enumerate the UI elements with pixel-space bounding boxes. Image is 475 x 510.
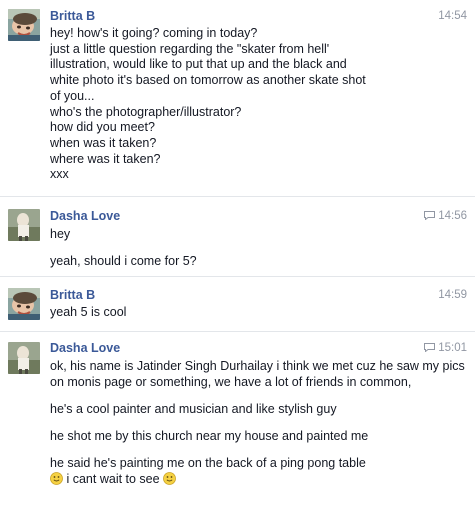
- avatar-britta[interactable]: [8, 288, 40, 320]
- message-line: where was it taken?: [50, 151, 161, 166]
- time-text: 15:01: [438, 342, 467, 354]
- message-paragraph: he shot me by this church near my house …: [50, 429, 369, 443]
- message-time: 15:01: [424, 340, 467, 356]
- sender-name[interactable]: Dasha Love: [50, 208, 475, 224]
- avatar-dasha[interactable]: [8, 342, 40, 374]
- message-text: i cant wait to see: [66, 472, 160, 486]
- message-line: xxx: [50, 167, 69, 182]
- message-seen-icon: [424, 211, 436, 221]
- message-line: illustration, would like to put that up …: [50, 57, 347, 72]
- message-group-dasha-1: 14:56 Dasha Love hey yeah, should i come…: [0, 196, 475, 276]
- message-paragraph: he's a cool painter and musician and lik…: [50, 402, 337, 416]
- message-line: of you...: [50, 88, 95, 103]
- sender-name[interactable]: Britta B: [50, 8, 475, 24]
- message-seen-icon: [424, 343, 436, 353]
- sender-name[interactable]: Britta B: [50, 287, 475, 303]
- avatar-britta[interactable]: [8, 9, 40, 41]
- smile-emoticon-icon: [50, 472, 63, 485]
- message-line: who's the photographer/illustrator?: [50, 104, 242, 119]
- message-line: white photo it's based on tomorrow as an…: [50, 73, 366, 88]
- avatar-dasha[interactable]: [8, 209, 40, 241]
- message-paragraph: yeah 5 is cool: [50, 305, 127, 319]
- message-line: when was it taken?: [50, 135, 157, 150]
- message-paragraph: hey: [50, 227, 71, 241]
- message-time: 14:54: [438, 10, 467, 22]
- smile-emoticon-icon: [163, 472, 176, 485]
- message-group-dasha-2: 15:01 Dasha Love ok, his name is Jatinde…: [0, 331, 475, 510]
- message-time: 14:59: [438, 289, 467, 301]
- message-paragraph: yeah, should i come for 5?: [50, 254, 197, 268]
- message-line: hey! how's it going? coming in today?: [50, 26, 258, 40]
- message-line: just a little question regarding the "sk…: [50, 41, 330, 56]
- message-group-britta-1: 14:54 Britta B hey! how's it going? comi…: [0, 0, 475, 196]
- sender-name[interactable]: Dasha Love: [50, 340, 475, 356]
- message-time: 14:56: [424, 208, 467, 224]
- message-line: how did you meet?: [50, 120, 155, 135]
- message-paragraph: ok, his name is Jatinder Singh Durhailay…: [50, 359, 465, 389]
- message-body: hey! how's it going? coming in today? ju…: [50, 26, 475, 183]
- message-last-line: i cant wait to see: [50, 471, 475, 487]
- time-text: 14:56: [438, 210, 467, 222]
- message-paragraph: he said he's painting me on the back of …: [50, 456, 366, 470]
- message-group-britta-2: 14:59 Britta B yeah 5 is cool: [0, 276, 475, 331]
- chat-thread: 14:54 Britta B hey! how's it going? comi…: [0, 0, 475, 509]
